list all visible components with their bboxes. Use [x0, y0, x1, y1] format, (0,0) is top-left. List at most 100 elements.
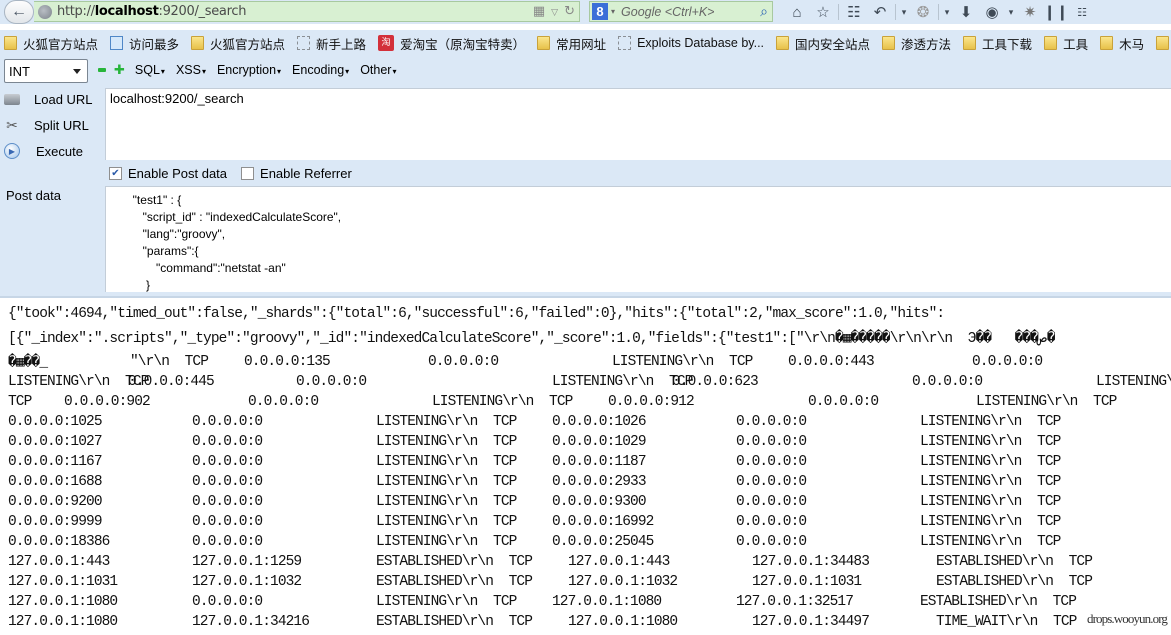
bookmark-item[interactable]: 火狐官方站点 — [187, 34, 285, 53]
bookmark-label: 火狐官方站点 — [23, 37, 99, 52]
netstat-cell: LISTENING\r\n TCP — [920, 414, 1061, 430]
netstat-cell: 0.0.0.0:1688 — [8, 474, 103, 490]
url-scheme: http:// — [57, 4, 95, 19]
netstat-cell: 0.0.0.0:1187 — [552, 454, 647, 470]
footprint-icon[interactable]: ❙❙ — [1043, 3, 1069, 21]
netstat-cell: 0.0.0.0:0 — [736, 414, 807, 430]
menu-other[interactable]: Other — [360, 63, 396, 77]
sitemap-icon[interactable]: ☷ — [1069, 6, 1095, 19]
bookmarks-toolbar: 火狐官方站点 访问最多 火狐官方站点 新手上路淘爱淘宝（原淘宝特卖） 常用网址 Explo… — [0, 30, 1171, 56]
netstat-row: 127.0.0.1:1080 127.0.0.1:34216 ESTABLISHED… — [0, 614, 1171, 634]
netstat-row: 0.0.0.0:1688 0.0.0.0:0 LISTENING\r\n TCP 0.… — [0, 474, 1171, 494]
netstat-cell: 0.0.0.0:0 — [248, 394, 319, 410]
home-icon[interactable]: ⌂ — [784, 4, 810, 21]
netstat-cell: 0.0.0.0:0 — [428, 354, 499, 370]
netstat-cell: LISTENING\r\n TCP — [432, 394, 573, 410]
menu-encryption[interactable]: Encryption — [217, 63, 281, 77]
split-url-button[interactable]: ✂ Split URL — [4, 114, 89, 136]
netstat-cell: 0.0.0.0:1025 — [8, 414, 103, 430]
folder-icon — [882, 36, 896, 50]
reading-list-icon[interactable]: ☷ — [841, 3, 867, 21]
printer-icon — [4, 93, 20, 105]
type-select[interactable]: INT — [4, 59, 88, 83]
netstat-cell: 0.0.0.0:9300 — [552, 494, 647, 510]
decrease-icon[interactable] — [98, 68, 106, 72]
netstat-cell: LISTENING\r\n TCP — [376, 414, 517, 430]
bookmark-item[interactable]: 淘爱淘宝（原淘宝特卖） — [374, 34, 525, 53]
netstat-cell: 127.0.0.1:1031 — [752, 574, 862, 590]
url-textarea[interactable]: localhost:9200/_search — [105, 88, 1171, 160]
undo-icon[interactable]: ↶ — [867, 3, 893, 21]
netstat-row: 0.0.0.0:9999 0.0.0.0:0 LISTENING\r\n TCP 0.… — [0, 514, 1171, 534]
globe-icon — [38, 4, 52, 19]
bookmark-item[interactable]: 工具下载 — [959, 34, 1032, 53]
netstat-cell: 127.0.0.1:1032 — [568, 574, 678, 590]
netstat-cell: "\r\n TCP — [130, 354, 209, 370]
netstat-cell: 0.0.0.0:0 — [736, 434, 807, 450]
addon-icon[interactable]: ❂ — [910, 3, 936, 21]
netstat-cell: 127.0.0.1:1080 — [8, 614, 118, 630]
dropdown-icon[interactable]: ▽ — [551, 3, 558, 21]
menu-sql[interactable]: SQL — [135, 63, 165, 77]
search-engine-dropdown-icon[interactable]: ▾ — [611, 7, 615, 16]
url-bar[interactable]: http://localhost:9200/_search ▦ ▽ ↻ — [34, 1, 580, 22]
back-button[interactable]: ← — [4, 0, 34, 24]
search-engine-icon[interactable]: 8 — [592, 3, 608, 20]
search-input[interactable]: Google <Ctrl+K> — [621, 5, 714, 19]
netstat-cell: 0.0.0.0:0 — [192, 474, 263, 490]
netstat-cell: LISTENING\r\n TCP — [612, 354, 753, 370]
type-select-value: INT — [9, 63, 30, 79]
menu-encoding[interactable]: Encoding — [292, 63, 349, 77]
url-text[interactable]: http://localhost:9200/_search — [57, 4, 246, 19]
netstat-cell: 127.0.0.1:1032 — [192, 574, 302, 590]
post-data-textarea[interactable]: "test1" : { "script_id" : "indexedCalcul… — [105, 186, 1171, 292]
bookmark-item[interactable]: Exploits Database by... — [614, 36, 764, 50]
netstat-cell: 0.0.0.0:9200 — [8, 494, 103, 510]
bookmark-item[interactable]: 工具 — [1040, 34, 1088, 53]
chevron-down-icon[interactable]: ▾ — [941, 7, 953, 18]
bookmark-item[interactable]: 访问最多 — [106, 34, 179, 53]
chevron-down-icon[interactable]: ▾ — [1005, 7, 1017, 18]
proxy-icon[interactable]: ◉ — [979, 3, 1005, 21]
qr-code-icon[interactable]: ▦ — [533, 3, 545, 21]
search-icon[interactable]: ⌕ — [760, 3, 768, 20]
netstat-cell: 0.0.0.0:0 — [736, 454, 807, 470]
navigation-toolbar: ← http://localhost:9200/_search ▦ ▽ ↻ 8 … — [0, 0, 1171, 24]
download-icon[interactable]: ⬇ — [953, 3, 979, 21]
bug-icon[interactable]: ✷ — [1017, 3, 1043, 21]
folder-icon — [1044, 36, 1058, 50]
netstat-row: 0.0.0.0:1027 0.0.0.0:0 LISTENING\r\n TCP 0.… — [0, 434, 1171, 454]
increase-icon[interactable]: ✚ — [114, 62, 125, 78]
star-icon[interactable]: ☆ — [810, 3, 836, 21]
netstat-cell: �▦��_ — [8, 355, 48, 371]
page-icon — [297, 36, 311, 50]
netstat-cell: LISTENING\r\n TCP — [920, 454, 1061, 470]
bookmark-item[interactable]: 注入 — [1152, 34, 1171, 53]
netstat-cell: 0.0.0.0:1167 — [8, 454, 103, 470]
netstat-cell: 0.0.0.0:2933 — [552, 474, 647, 490]
bookmark-item[interactable]: 木马 — [1096, 34, 1144, 53]
execute-button[interactable]: ▶ Execute — [4, 140, 83, 162]
most-visited-icon — [110, 36, 124, 50]
chevron-down-icon[interactable]: ▾ — [898, 7, 910, 18]
bookmark-item[interactable]: 火狐官方站点 — [0, 34, 98, 53]
netstat-cell: 0.0.0.0:18386 — [8, 534, 110, 550]
enable-referrer-checkbox[interactable] — [241, 167, 255, 180]
bookmark-label: 工具下载 — [982, 37, 1033, 52]
load-url-button[interactable]: Load URL — [4, 88, 93, 110]
bookmark-item[interactable]: 渗透方法 — [878, 34, 951, 53]
reload-icon[interactable]: ↻ — [564, 3, 575, 21]
search-bar[interactable]: 8 ▾ Google <Ctrl+K> ⌕ — [589, 1, 773, 22]
menu-xss[interactable]: XSS — [176, 63, 206, 77]
bookmark-item[interactable]: 国内安全站点 — [772, 34, 870, 53]
bookmark-label: 国内安全站点 — [795, 37, 871, 52]
response-body: {"took":4694,"timed_out":false,"_shards"… — [0, 296, 1171, 635]
netstat-row: 127.0.0.1:1031 127.0.0.1:1032 ESTABLISHED\… — [0, 574, 1171, 594]
bookmark-item[interactable]: 新手上路 — [293, 34, 366, 53]
netstat-cell: 0.0.0.0:0 — [736, 474, 807, 490]
bookmark-item[interactable]: 常用网址 — [533, 34, 606, 53]
bookmark-label: 火狐官方站点 — [210, 37, 286, 52]
netstat-cell: ESTABLISHED\r\n TCP — [936, 554, 1093, 570]
enable-post-checkbox[interactable]: ✔ — [109, 167, 122, 180]
netstat-cell: 127.0.0.1:1080 — [8, 594, 118, 610]
